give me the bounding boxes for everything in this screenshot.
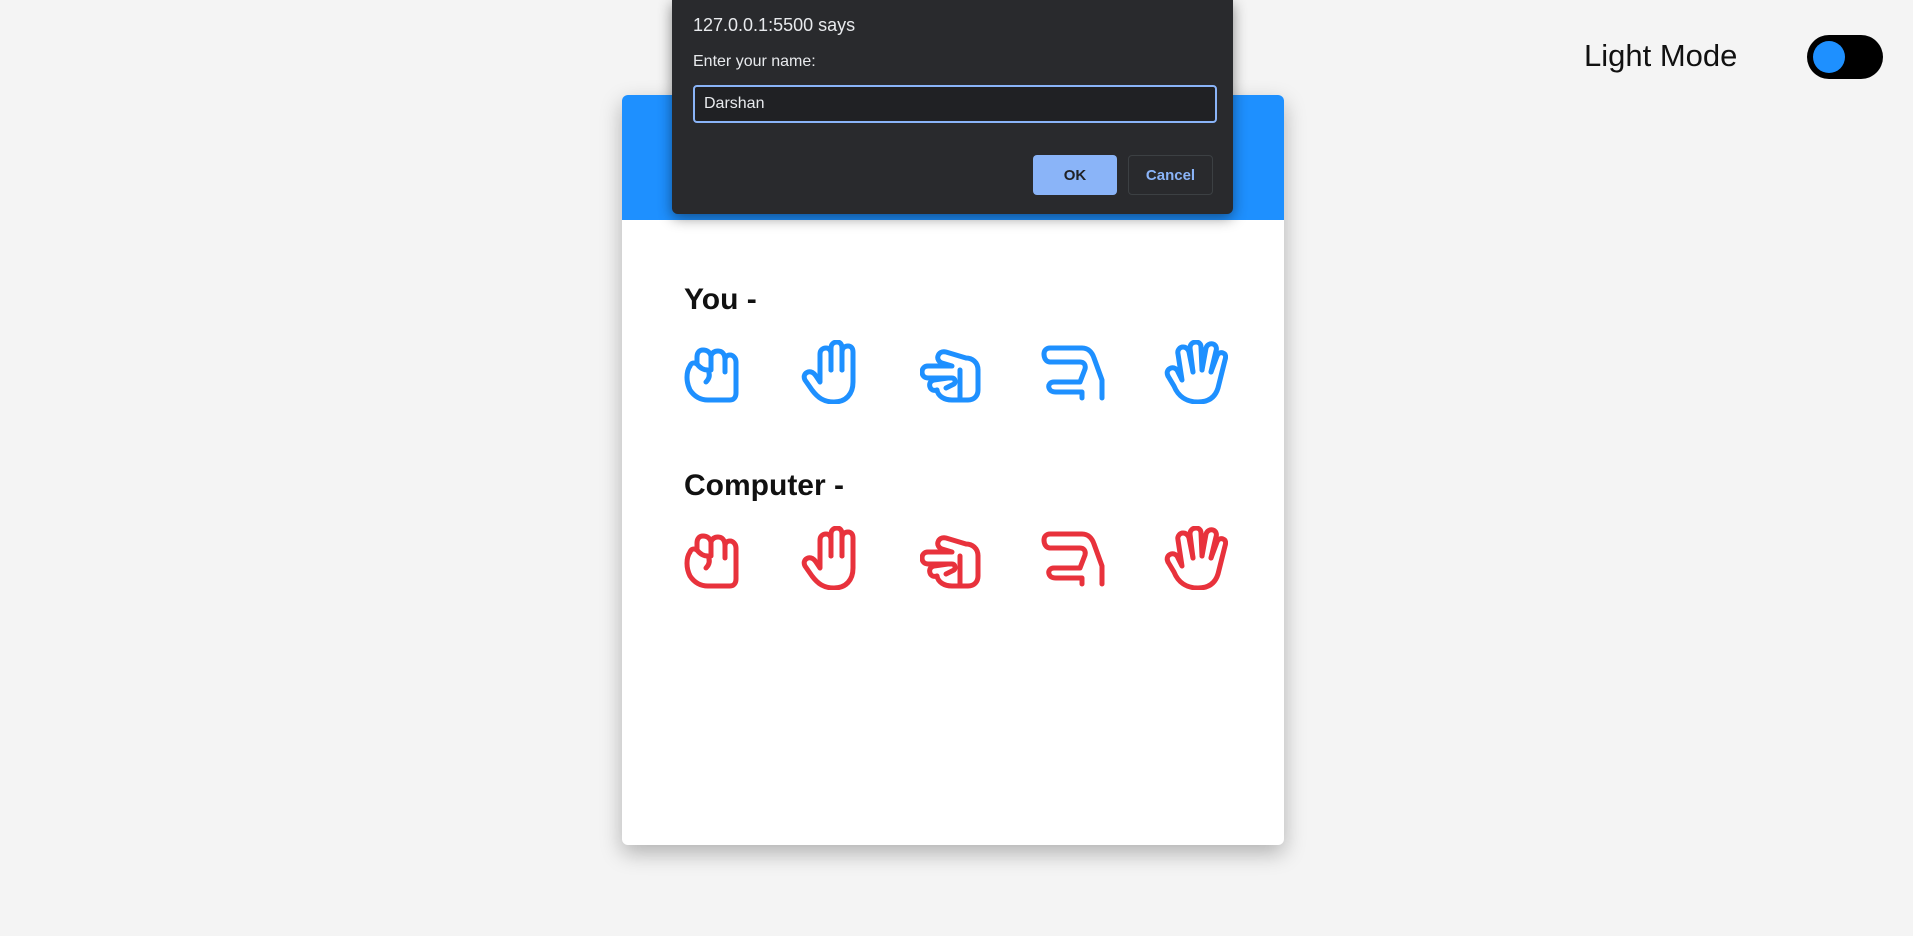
- computer-rock-choice[interactable]: [680, 523, 800, 593]
- rock-hand-icon: [684, 347, 739, 403]
- paper-hand-icon: [801, 526, 856, 590]
- you-choices: [680, 337, 1280, 407]
- you-lizard-choice[interactable]: [1040, 337, 1160, 407]
- cancel-button[interactable]: Cancel: [1128, 155, 1213, 195]
- computer-paper-choice[interactable]: [800, 523, 920, 593]
- theme-mode-label: Light Mode: [1584, 38, 1738, 73]
- spock-hand-icon: [1164, 340, 1228, 404]
- computer-spock-choice[interactable]: [1160, 523, 1280, 593]
- you-scissors-choice[interactable]: [920, 337, 1040, 407]
- you-paper-choice[interactable]: [800, 337, 920, 407]
- computer-choices: [680, 523, 1280, 593]
- computer-scissors-choice[interactable]: [920, 523, 1040, 593]
- page: Light Mode You - Computer - 127.0.0.1:55…: [0, 0, 1913, 936]
- dialog-origin: 127.0.0.1:5500 says: [693, 15, 856, 35]
- computer-title: Computer -: [684, 469, 844, 502]
- you-title: You -: [684, 283, 757, 316]
- ok-button[interactable]: OK: [1033, 155, 1117, 195]
- rock-hand-icon: [684, 533, 739, 589]
- scissors-hand-icon: [920, 349, 981, 403]
- computer-lizard-choice[interactable]: [1040, 523, 1160, 593]
- toggle-knob: [1813, 41, 1845, 73]
- theme-toggle[interactable]: [1807, 35, 1883, 79]
- lizard-hand-icon: [1041, 531, 1105, 587]
- you-rock-choice[interactable]: [680, 337, 800, 407]
- lizard-hand-icon: [1041, 345, 1105, 401]
- name-input[interactable]: [693, 85, 1217, 123]
- prompt-dialog: 127.0.0.1:5500 says Enter your name: OK …: [672, 0, 1233, 214]
- you-spock-choice[interactable]: [1160, 337, 1280, 407]
- scissors-hand-icon: [920, 535, 981, 589]
- dialog-message: Enter your name:: [693, 53, 816, 70]
- paper-hand-icon: [801, 340, 856, 404]
- spock-hand-icon: [1164, 526, 1228, 590]
